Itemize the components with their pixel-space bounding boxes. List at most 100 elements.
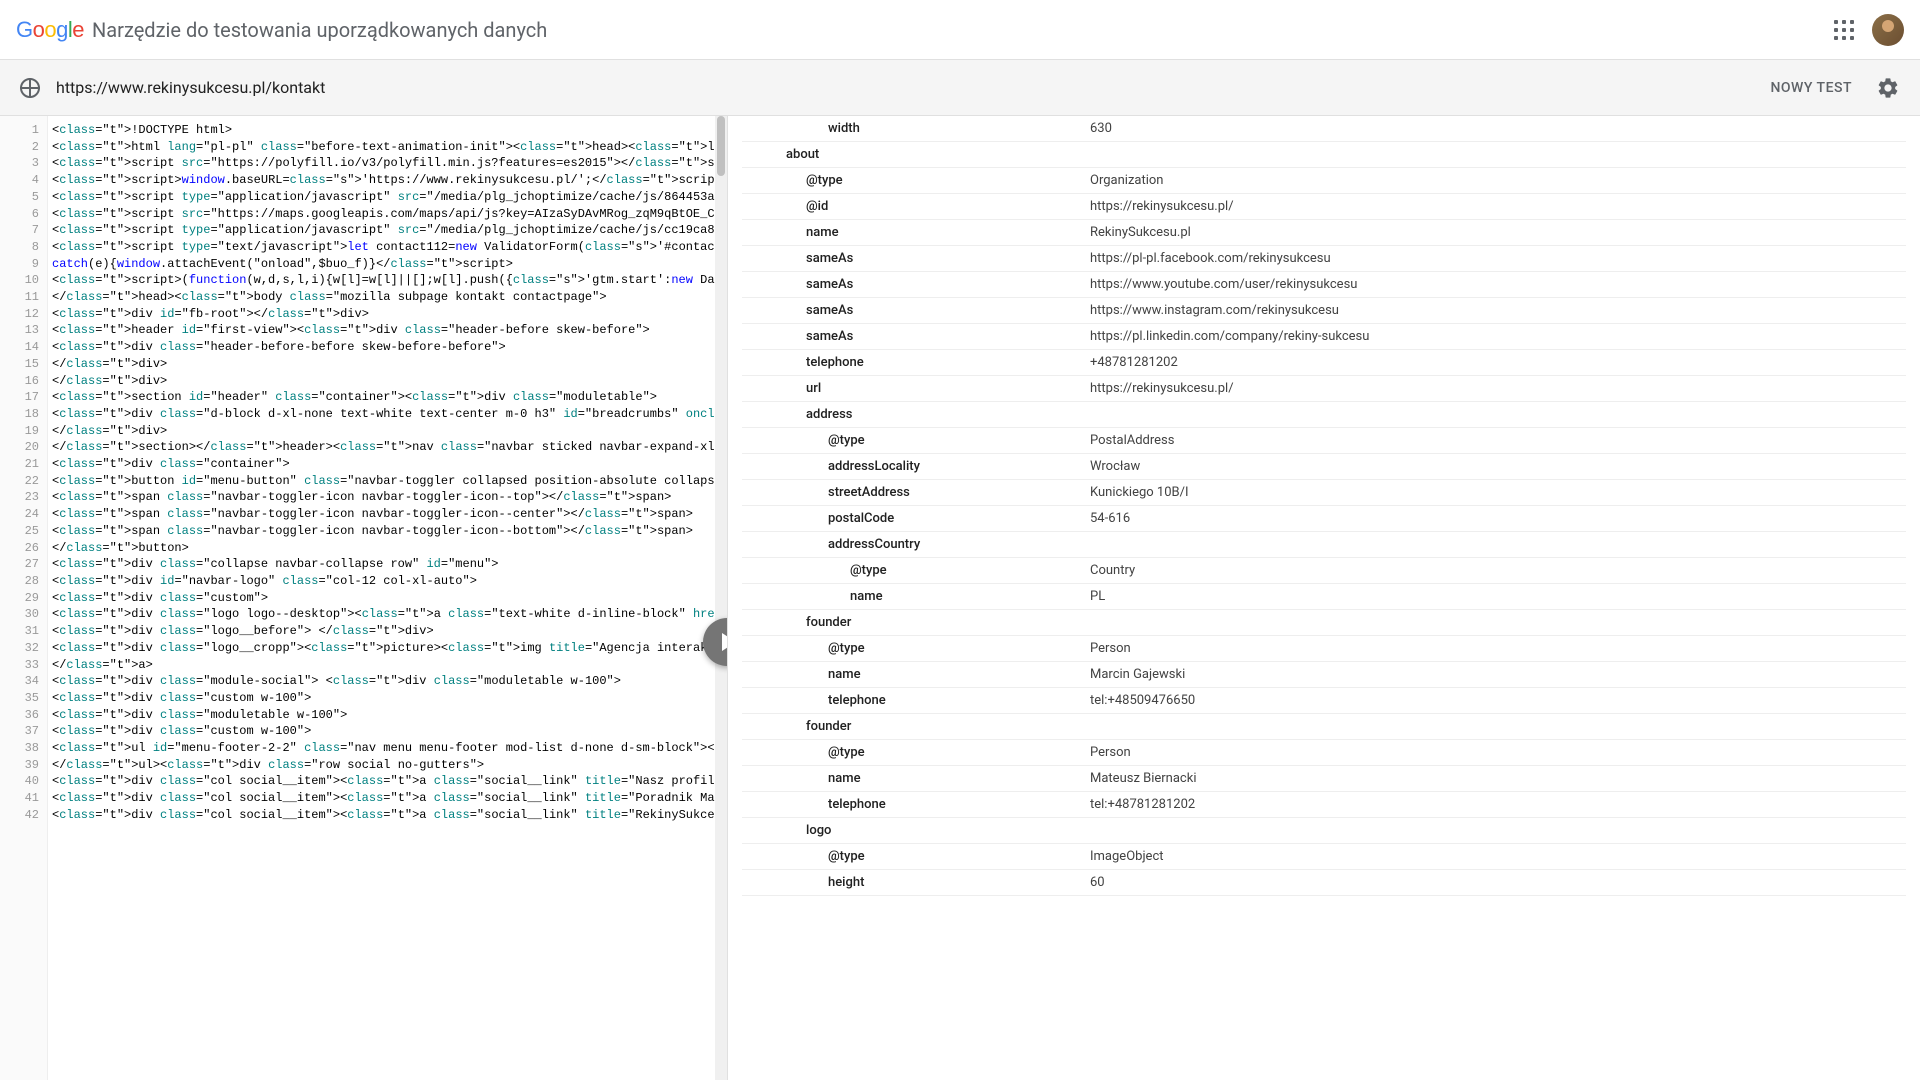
result-key: sameAs <box>742 272 1082 298</box>
result-value: Wrocław <box>1082 454 1906 480</box>
result-value <box>1082 610 1906 636</box>
result-key: @type <box>742 558 1082 584</box>
line-number-gutter: 1234567891011121314151617181920212223242… <box>0 116 48 1080</box>
result-row[interactable]: @typeOrganization <box>742 168 1906 194</box>
scrollbar-thumb[interactable] <box>717 116 725 176</box>
result-key: @type <box>742 844 1082 870</box>
result-value: tel:+48509476650 <box>1082 688 1906 714</box>
result-key: telephone <box>742 350 1082 376</box>
result-key: name <box>742 766 1082 792</box>
url-bar: https://www.rekinysukcesu.pl/kontakt NOW… <box>0 60 1920 116</box>
result-value: https://rekinysukcesu.pl/ <box>1082 376 1906 402</box>
result-key: sameAs <box>742 298 1082 324</box>
tested-url: https://www.rekinysukcesu.pl/kontakt <box>56 78 1770 97</box>
result-row[interactable]: @typePerson <box>742 636 1906 662</box>
result-row[interactable]: addressLocalityWrocław <box>742 454 1906 480</box>
source-code-panel: 1234567891011121314151617181920212223242… <box>0 116 728 1080</box>
result-value: Person <box>1082 740 1906 766</box>
result-row[interactable]: sameAshttps://pl.linkedin.com/company/re… <box>742 324 1906 350</box>
structured-data-table: width630about@typeOrganization@idhttps:/… <box>742 116 1906 896</box>
result-key: founder <box>742 610 1082 636</box>
result-row[interactable]: sameAshttps://www.instagram.com/rekinysu… <box>742 298 1906 324</box>
result-value: 630 <box>1082 116 1906 142</box>
result-value: Mateusz Biernacki <box>1082 766 1906 792</box>
result-row[interactable]: nameMarcin Gajewski <box>742 662 1906 688</box>
result-key: width <box>742 116 1082 142</box>
result-value <box>1082 818 1906 844</box>
user-avatar[interactable] <box>1872 14 1904 46</box>
result-value: Organization <box>1082 168 1906 194</box>
result-value: Kunickiego 10B/I <box>1082 480 1906 506</box>
result-key: @type <box>742 428 1082 454</box>
result-value: https://pl-pl.facebook.com/rekinysukcesu <box>1082 246 1906 272</box>
result-row[interactable]: sameAshttps://pl-pl.facebook.com/rekinys… <box>742 246 1906 272</box>
result-key: about <box>742 142 1082 168</box>
result-key: postalCode <box>742 506 1082 532</box>
result-key: streetAddress <box>742 480 1082 506</box>
header-actions <box>1832 14 1904 46</box>
result-value <box>1082 402 1906 428</box>
result-row[interactable]: founder <box>742 714 1906 740</box>
result-key: telephone <box>742 792 1082 818</box>
result-row[interactable]: postalCode54-616 <box>742 506 1906 532</box>
result-value: 60 <box>1082 870 1906 896</box>
result-key: address <box>742 402 1082 428</box>
result-key: name <box>742 220 1082 246</box>
result-value: 54-616 <box>1082 506 1906 532</box>
gear-icon[interactable] <box>1876 76 1900 100</box>
result-row[interactable]: @typePerson <box>742 740 1906 766</box>
result-value: https://www.youtube.com/user/rekinysukce… <box>1082 272 1906 298</box>
result-row[interactable]: founder <box>742 610 1906 636</box>
app-header: Google Narzędzie do testowania uporządko… <box>0 0 1920 60</box>
result-key: @id <box>742 194 1082 220</box>
result-value: Marcin Gajewski <box>1082 662 1906 688</box>
globe-icon <box>20 78 40 98</box>
result-key: height <box>742 870 1082 896</box>
result-row[interactable]: telephonetel:+48781281202 <box>742 792 1906 818</box>
tool-title: Narzędzie do testowania uporządkowanych … <box>92 18 547 42</box>
result-key: addressCountry <box>742 532 1082 558</box>
result-value: ImageObject <box>1082 844 1906 870</box>
source-code[interactable]: <class="t">!DOCTYPE html> <class="t">htm… <box>48 116 727 1080</box>
result-row[interactable]: width630 <box>742 116 1906 142</box>
logo-and-title: Google Narzędzie do testowania uporządko… <box>16 17 547 43</box>
result-row[interactable]: @idhttps://rekinysukcesu.pl/ <box>742 194 1906 220</box>
result-row[interactable]: urlhttps://rekinysukcesu.pl/ <box>742 376 1906 402</box>
new-test-button[interactable]: NOWY TEST <box>1770 80 1852 96</box>
result-key: addressLocality <box>742 454 1082 480</box>
result-row[interactable]: addressCountry <box>742 532 1906 558</box>
result-value <box>1082 532 1906 558</box>
result-value: +48781281202 <box>1082 350 1906 376</box>
result-row[interactable]: nameMateusz Biernacki <box>742 766 1906 792</box>
result-row[interactable]: telephone+48781281202 <box>742 350 1906 376</box>
result-key: @type <box>742 636 1082 662</box>
result-row[interactable]: @typeImageObject <box>742 844 1906 870</box>
result-row[interactable]: sameAshttps://www.youtube.com/user/rekin… <box>742 272 1906 298</box>
result-value: tel:+48781281202 <box>1082 792 1906 818</box>
result-row[interactable]: height60 <box>742 870 1906 896</box>
result-key: sameAs <box>742 246 1082 272</box>
result-row[interactable]: streetAddressKunickiego 10B/I <box>742 480 1906 506</box>
apps-icon[interactable] <box>1832 18 1856 42</box>
result-value <box>1082 142 1906 168</box>
main-content: 1234567891011121314151617181920212223242… <box>0 116 1920 1080</box>
result-row[interactable]: nameRekinySukcesu.pl <box>742 220 1906 246</box>
result-value: PL <box>1082 584 1906 610</box>
result-key: sameAs <box>742 324 1082 350</box>
results-panel: width630about@typeOrganization@idhttps:/… <box>728 116 1920 1080</box>
result-row[interactable]: @typeCountry <box>742 558 1906 584</box>
result-key: url <box>742 376 1082 402</box>
result-key: telephone <box>742 688 1082 714</box>
result-key: name <box>742 662 1082 688</box>
result-value: https://www.instagram.com/rekinysukcesu <box>1082 298 1906 324</box>
result-key: name <box>742 584 1082 610</box>
result-row[interactable]: @typePostalAddress <box>742 428 1906 454</box>
result-value <box>1082 714 1906 740</box>
result-row[interactable]: address <box>742 402 1906 428</box>
result-row[interactable]: telephonetel:+48509476650 <box>742 688 1906 714</box>
result-row[interactable]: namePL <box>742 584 1906 610</box>
result-row[interactable]: about <box>742 142 1906 168</box>
result-key: @type <box>742 168 1082 194</box>
result-row[interactable]: logo <box>742 818 1906 844</box>
code-scrollbar[interactable] <box>715 116 727 1080</box>
